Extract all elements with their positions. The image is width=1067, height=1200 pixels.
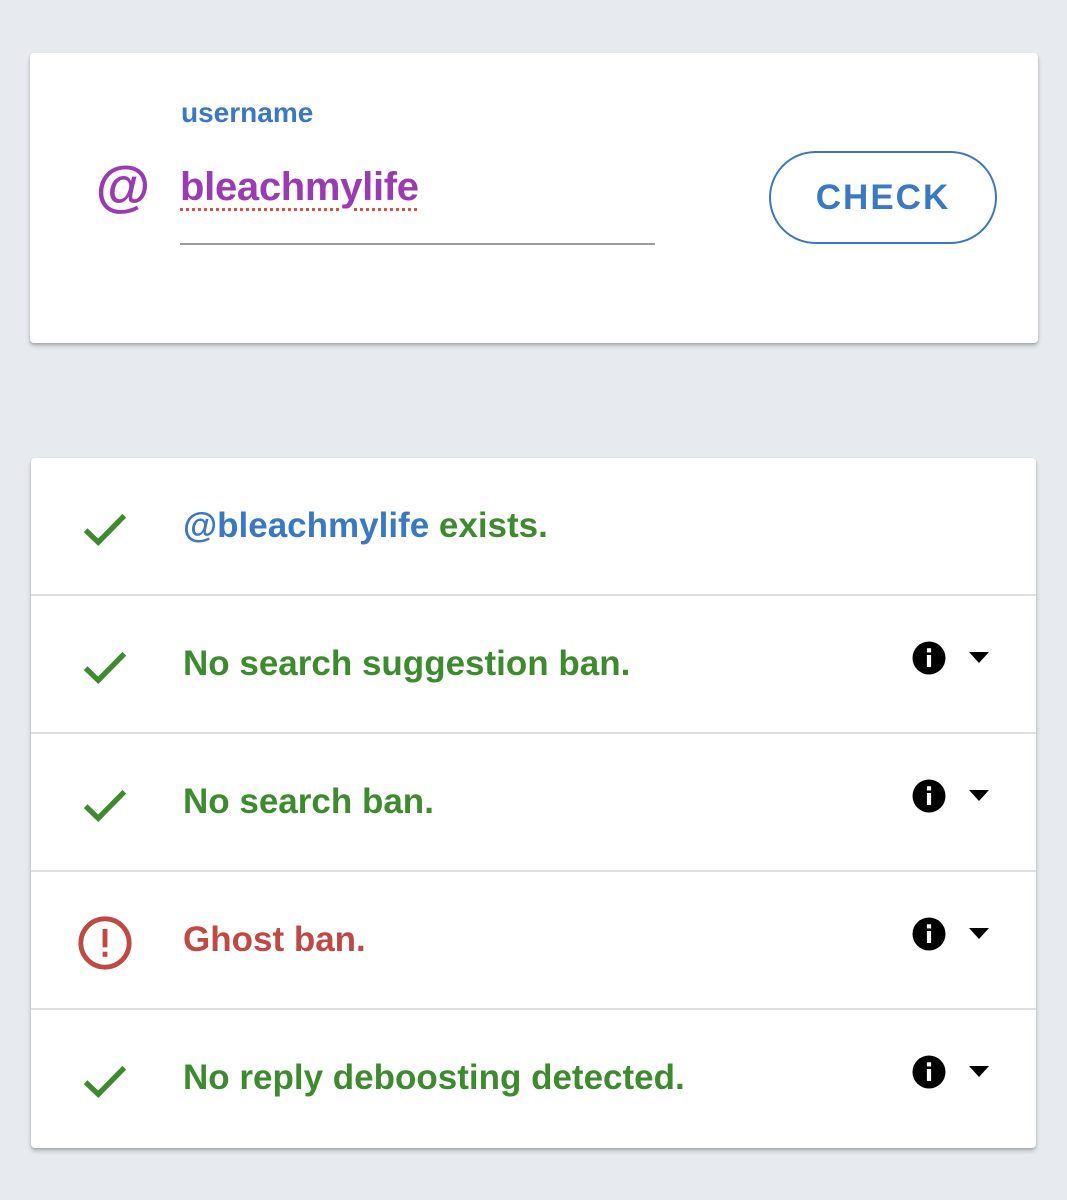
caret-down-icon [969, 652, 989, 663]
info-icon [912, 1055, 946, 1089]
result-text: Ghost ban. [183, 920, 366, 959]
result-row-reply-deboosting: No reply deboosting detected. [31, 1010, 1036, 1148]
result-row-search-suggestion-ban: No search suggestion ban. [31, 596, 1036, 734]
result-row-exists: @bleachmylife exists. [31, 458, 1036, 596]
username-label: username [181, 97, 314, 128]
details-toggle[interactable] [911, 640, 991, 680]
info-icon [912, 641, 946, 675]
check-icon [83, 1065, 127, 1099]
username-input-underline [180, 243, 655, 245]
details-toggle[interactable] [911, 1054, 991, 1094]
check-icon [83, 651, 127, 685]
check-button[interactable]: CHECK [769, 151, 997, 244]
result-row-ghost-ban: Ghost ban. [31, 872, 1036, 1010]
result-text: No search suggestion ban. [183, 644, 631, 683]
result-text: @bleachmylife exists. [183, 502, 548, 550]
details-toggle[interactable] [911, 778, 991, 818]
username-handle: @bleachmylife [183, 506, 430, 545]
result-text: No reply deboosting detected. [183, 1058, 685, 1097]
result-text: No search ban. [183, 782, 434, 821]
caret-down-icon [969, 790, 989, 801]
result-row-search-ban: No search ban. [31, 734, 1036, 872]
results-card: @bleachmylife exists. No search suggesti… [31, 458, 1036, 1148]
info-icon [912, 917, 946, 951]
info-icon [912, 779, 946, 813]
caret-down-icon [969, 928, 989, 939]
check-icon [83, 513, 127, 547]
alert-circle-icon [78, 916, 132, 970]
result-status-text: exists. [429, 506, 548, 545]
at-sign-icon: @ [94, 155, 150, 218]
username-input[interactable]: bleachmylife [180, 162, 419, 212]
check-icon [83, 789, 127, 823]
caret-down-icon [969, 1066, 989, 1077]
details-toggle[interactable] [911, 916, 991, 956]
